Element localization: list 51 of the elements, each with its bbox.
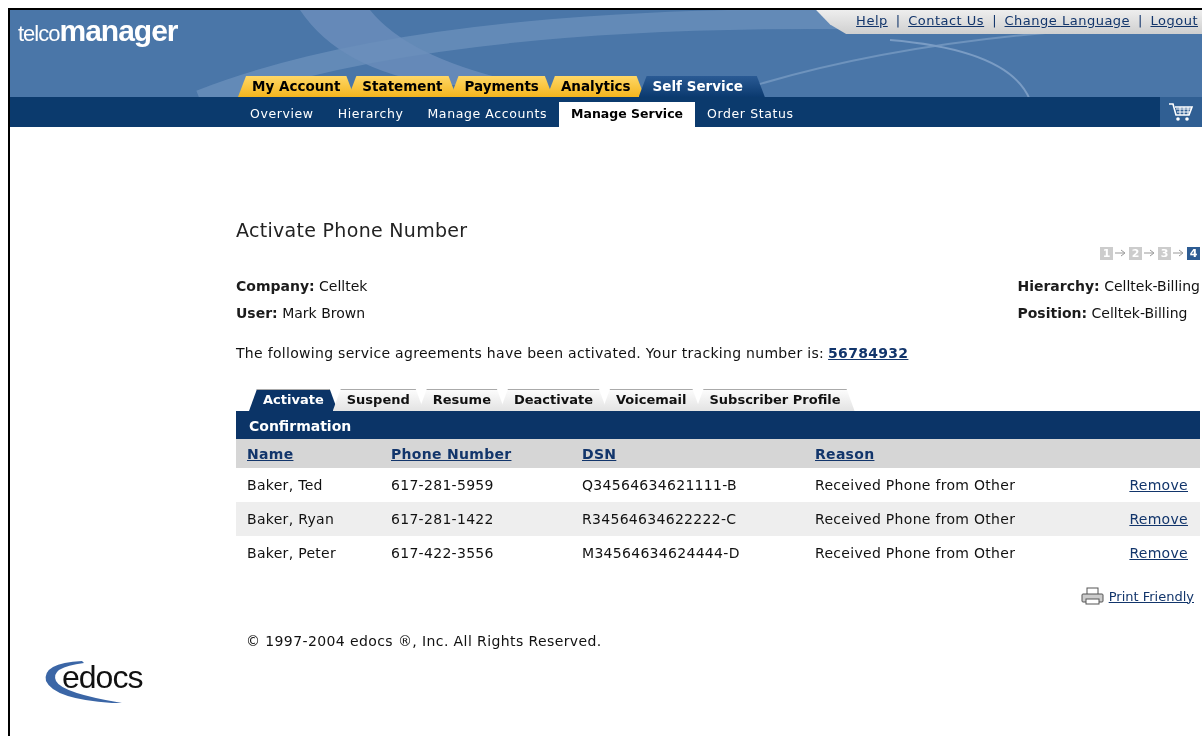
tracking-number-link[interactable]: 56784932 <box>828 345 909 361</box>
table-cell: 617-281-1422 <box>391 511 494 527</box>
table-cell: Baker, Peter <box>247 545 337 561</box>
arrow-icon <box>1173 249 1185 257</box>
table-cell: Baker, Ted <box>247 477 323 493</box>
link-separator: | <box>992 13 997 28</box>
column-header-link[interactable]: DSN <box>582 445 617 462</box>
arrow-icon <box>1144 249 1156 257</box>
subnav-item[interactable]: Manage Service <box>559 102 696 127</box>
arrow-icon <box>1115 249 1127 257</box>
printer-icon[interactable] <box>1080 587 1105 605</box>
table-cell: R34564634622222-C <box>582 511 737 527</box>
table-cell: Baker, Ryan <box>247 511 335 527</box>
link-separator: | <box>1138 13 1143 28</box>
step-marker: 4 <box>1187 246 1200 260</box>
subnav-item[interactable]: Manage Accounts <box>415 102 560 127</box>
copyright-text: © 1997-2004 edocs ®, Inc. All Rights Reserved. <box>246 633 602 649</box>
column-header-link[interactable]: Name <box>247 445 294 462</box>
confirmation-message: The following service agreements have been activated. Your tracking number is: 56784932 <box>236 345 910 361</box>
header-link[interactable]: Change Language <box>1004 13 1131 28</box>
table-cell: 617-281-5959 <box>391 477 494 493</box>
section-header: Confirmation <box>236 411 1200 439</box>
cart-icon[interactable] <box>1160 97 1202 127</box>
header-link[interactable]: Contact Us <box>908 13 985 28</box>
subnav-item[interactable]: Hierarchy <box>325 102 416 127</box>
table-cell: Q34564634621111-B <box>582 477 737 493</box>
subnav-item[interactable]: Overview <box>238 102 326 127</box>
table-cell: M34564634624444-D <box>582 545 740 561</box>
table-cell: Received Phone from Other <box>815 477 1016 493</box>
company-logo: edocs <box>42 657 212 703</box>
info-text: User: Mark Brown <box>236 305 367 323</box>
column-header-link[interactable]: Reason <box>815 445 875 462</box>
print-link[interactable]: Print Friendly <box>1108 588 1194 604</box>
info-text: Company: Celltek <box>236 278 368 296</box>
header-link[interactable]: Logout <box>1150 13 1198 28</box>
remove-link[interactable]: Remove <box>1129 545 1188 561</box>
link-separator: | <box>895 13 901 28</box>
service-tab[interactable]: Subscriber Profile <box>695 389 855 411</box>
nav-tab[interactable]: Self Service <box>638 76 765 97</box>
header-link[interactable]: Help <box>856 13 888 28</box>
service-tab[interactable]: Resume <box>418 389 505 411</box>
remove-link[interactable]: Remove <box>1129 477 1188 493</box>
info-text: Position: Celltek-Billing <box>1017 305 1189 323</box>
subnav-item[interactable]: Order Status <box>695 102 806 127</box>
table-cell: 617-422-3556 <box>391 545 494 561</box>
app-logo: telcomanager <box>18 14 178 48</box>
page-title: Activate Phone Number <box>236 219 469 241</box>
table-cell: Received Phone from Other <box>815 511 1016 527</box>
table-cell: Received Phone from Other <box>815 545 1016 561</box>
service-tab[interactable]: Deactivate <box>499 389 607 411</box>
info-text: Hierarchy: Celltek-Billing <box>1017 278 1200 296</box>
